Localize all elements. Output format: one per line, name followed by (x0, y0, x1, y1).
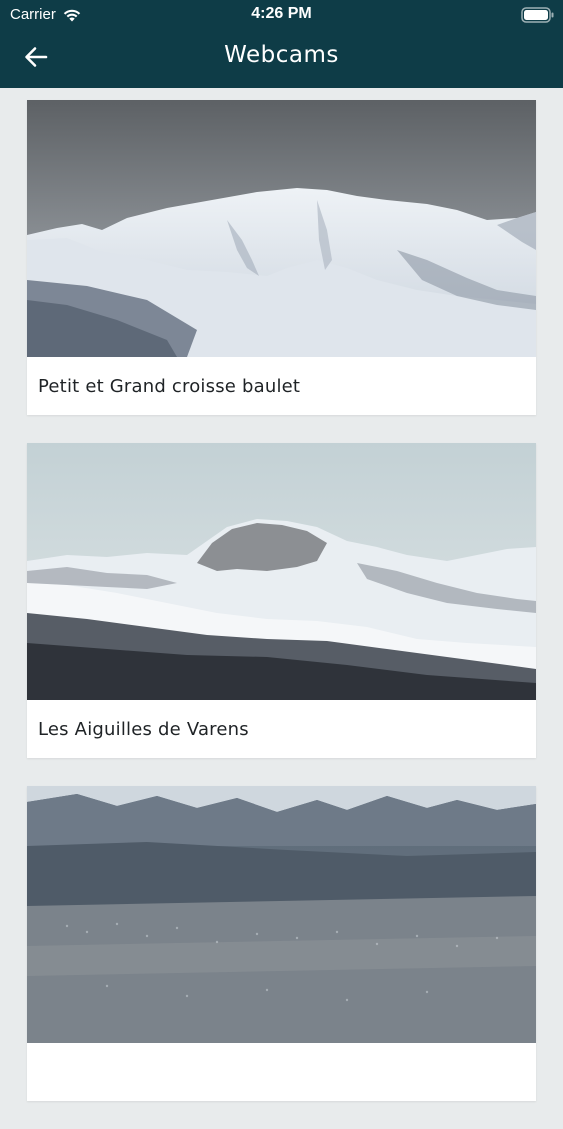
webcam-card[interactable]: Petit et Grand croisse baulet (27, 100, 536, 415)
webcam-title: Petit et Grand croisse baulet (38, 375, 301, 397)
webcam-image (27, 443, 536, 700)
status-bar: Carrier 4:26 PM (0, 0, 563, 30)
webcam-title: Les Aiguilles de Varens (38, 718, 249, 740)
app-header: Carrier 4:26 PM Webcams (0, 0, 563, 88)
battery-icon (521, 7, 554, 23)
webcam-image (27, 100, 536, 357)
webcam-image (27, 786, 536, 1043)
webcam-list: Petit et Grand croisse baulet Les Aiguil… (27, 100, 536, 1129)
webcam-card[interactable] (27, 786, 536, 1101)
page-title: Webcams (224, 42, 339, 68)
navigation-bar: Webcams (0, 30, 563, 88)
status-time: 4:26 PM (251, 5, 312, 22)
webcam-card[interactable]: Les Aiguilles de Varens (27, 443, 536, 758)
webcam-title (27, 1043, 536, 1101)
